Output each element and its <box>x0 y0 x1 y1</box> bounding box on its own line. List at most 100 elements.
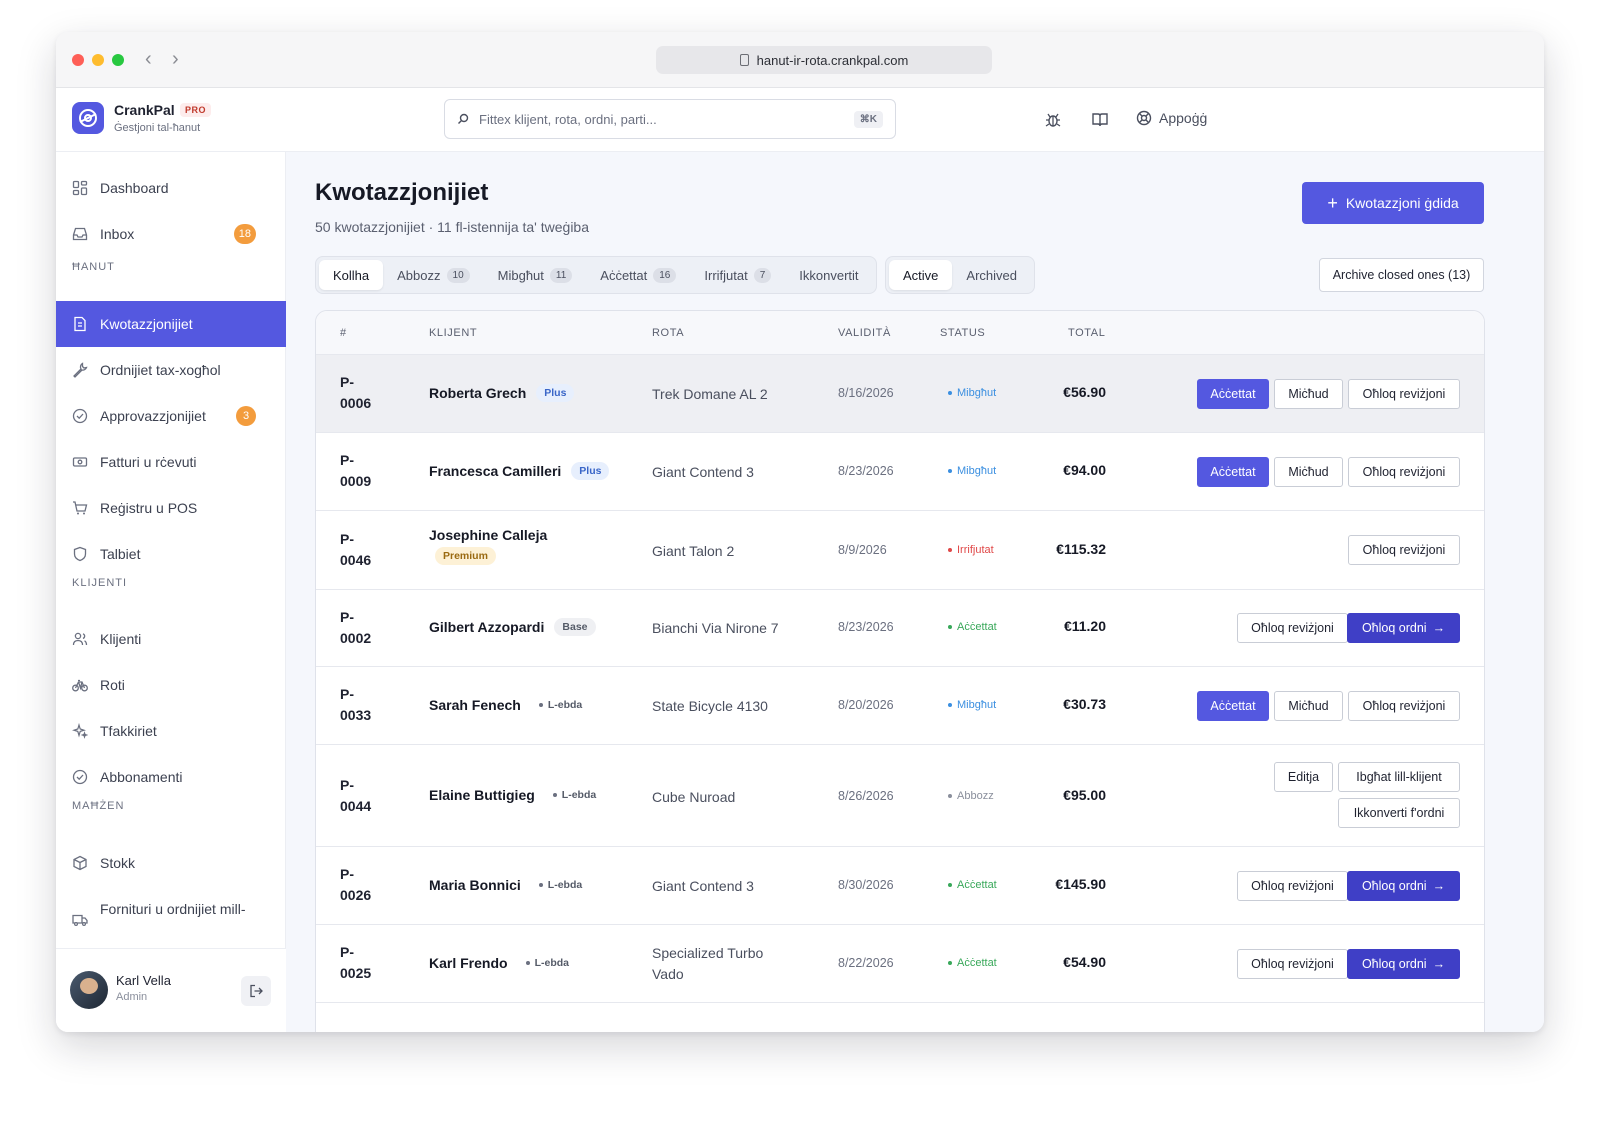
quote-id[interactable]: P- 0026 <box>340 864 400 906</box>
bug-icon[interactable] <box>1044 111 1062 129</box>
sidebar-item-fatturi[interactable]: Fatturi u rċevuti <box>56 439 286 485</box>
sidebar-item-inbox[interactable]: Inbox 18 <box>56 211 286 257</box>
tier-badge: L-ebda <box>538 876 590 894</box>
accept-button[interactable]: Aċċettat <box>1197 691 1269 721</box>
create-revision-button[interactable]: Oħloq reviżjoni <box>1348 379 1460 409</box>
table-row[interactable]: P- 0025 Karl Frendo L-ebda Specialized Tur… <box>316 925 1484 1003</box>
sidebar-item-stokk[interactable]: Stokk <box>56 840 286 886</box>
tab-active[interactable]: Active <box>889 260 953 290</box>
back-arrow-icon[interactable]: ‹ <box>145 48 152 70</box>
avatar[interactable] <box>70 971 108 1009</box>
logout-button[interactable] <box>241 976 271 1006</box>
tier-badge: Plus <box>571 462 610 480</box>
tab-mibghut[interactable]: Mibgħut 11 <box>484 260 587 290</box>
convert-to-order-button[interactable]: Ikkonverti f'ordni <box>1338 798 1460 828</box>
sidebar-item-registru[interactable]: Reġistru u POS <box>56 485 286 531</box>
sidebar-item-roti[interactable]: Roti <box>56 662 286 708</box>
quote-id-number: 0033 <box>340 707 372 723</box>
edit-button[interactable]: Editja <box>1274 762 1333 792</box>
customer-name[interactable]: Sarah Fenech <box>429 697 521 713</box>
minimize-window-button[interactable] <box>92 54 104 66</box>
create-order-button[interactable]: Oħloq ordni → <box>1347 871 1460 901</box>
reject-button[interactable]: Miċħud <box>1274 457 1343 487</box>
validity-date: 8/23/2026 <box>838 620 894 634</box>
sidebar-item-label: Klijenti <box>100 631 142 647</box>
status-dot <box>948 391 952 395</box>
reject-button[interactable]: Miċħud <box>1274 691 1343 721</box>
user-name: Karl Vella <box>116 973 171 988</box>
quote-id[interactable]: P- 0046 <box>340 529 400 571</box>
table-row[interactable]: P- 0026 Maria Bonnici L-ebda Giant Contend… <box>316 847 1484 925</box>
accept-button[interactable]: Aċċettat <box>1197 379 1269 409</box>
table-row[interactable]: P- 0044 Elaine Buttigieg L-ebda Cube Nuroa… <box>316 745 1484 847</box>
book-icon[interactable] <box>1091 111 1109 129</box>
customer-name[interactable]: Karl Frendo <box>429 955 508 971</box>
table-row[interactable]: P- 0002 Gilbert Azzopardi Base Bianchi Via… <box>316 590 1484 667</box>
sidebar-item-label: Fatturi u rċevuti <box>100 454 197 470</box>
archive-closed-button[interactable]: Archive closed ones (13) <box>1319 258 1484 292</box>
inbox-count-badge: 18 <box>233 224 256 244</box>
quote-id[interactable]: P- 0006 <box>340 372 400 414</box>
crankpal-logo[interactable] <box>72 102 104 134</box>
forward-arrow-icon[interactable]: › <box>172 48 179 70</box>
user-panel: Karl Vella Admin <box>56 948 286 1032</box>
new-quote-button[interactable]: + Kwotazzjoni ġdida <box>1302 182 1484 224</box>
quote-id[interactable]: P- 0033 <box>340 684 400 726</box>
sidebar-item-dashboard[interactable]: Dashboard <box>56 165 286 211</box>
create-revision-button[interactable]: Oħloq reviżjoni <box>1348 535 1460 565</box>
tab-archived[interactable]: Archived <box>952 260 1031 290</box>
tier-badge: L-ebda <box>538 696 590 714</box>
customer-name[interactable]: Elaine Buttigieg <box>429 787 535 803</box>
table-row[interactable]: P- 0009 Francesca Camilleri Plus Giant Con… <box>316 433 1484 511</box>
customer-name[interactable]: Josephine Calleja <box>429 527 547 543</box>
sidebar-item-kwotazzjonijiet[interactable]: Kwotazzjonijiet <box>56 301 286 347</box>
tier-label: L-ebda <box>547 879 583 891</box>
create-order-button[interactable]: Oħloq ordni → <box>1347 949 1460 979</box>
create-revision-button[interactable]: Oħloq reviżjoni <box>1348 691 1460 721</box>
url-bar[interactable]: hanut-ir-rota.crankpal.com <box>656 46 992 74</box>
total-amount: €145.90 <box>1055 876 1106 892</box>
customer-name[interactable]: Gilbert Azzopardi <box>429 619 544 635</box>
create-revision-button[interactable]: Oħloq reviżjoni <box>1237 871 1348 901</box>
sidebar-item-tfakkiriet[interactable]: Tfakkiriet <box>56 708 286 754</box>
tab-ikkonvertit[interactable]: Ikkonvertit <box>785 260 872 290</box>
accept-button[interactable]: Aċċettat <box>1197 457 1269 487</box>
status-label: Aċċettat <box>957 621 997 633</box>
reject-button[interactable]: Miċħud <box>1274 379 1343 409</box>
create-revision-button[interactable]: Oħloq reviżjoni <box>1237 949 1348 979</box>
sidebar-item-abbonamenti[interactable]: Abbonamenti <box>56 754 286 800</box>
quote-id[interactable]: P- 0002 <box>340 607 400 649</box>
sidebar-item-ordnijiet[interactable]: Ordnijiet tax-xogħol <box>56 347 286 393</box>
sidebar-item-klijenti[interactable]: Klijenti <box>56 616 286 662</box>
customer-name[interactable]: Francesca Camilleri <box>429 463 561 479</box>
sidebar-item-talbiet[interactable]: Talbiet <box>56 531 286 577</box>
help-button[interactable]: Appoġġ <box>1136 110 1207 126</box>
search-icon <box>458 113 469 124</box>
tab-irrifjutat[interactable]: Irrifjutat 7 <box>690 260 785 290</box>
search-input[interactable]: Fittex klijent, rota, ordni, parti... ⌘K <box>444 99 896 139</box>
bike-name: Giant Contend 3 <box>652 464 754 480</box>
create-revision-button[interactable]: Oħloq reviżjoni <box>1237 613 1348 643</box>
sidebar-item-fornituri[interactable]: Fornituri u ordnijiet mill- <box>56 886 286 932</box>
create-revision-button[interactable]: Oħloq reviżjoni <box>1348 457 1460 487</box>
table-row[interactable]: P- 0033 Sarah Fenech L-ebda State Bicycle … <box>316 667 1484 745</box>
sidebar-item-approvazzjonijiet[interactable]: Approvazzjonijiet 3 <box>56 393 286 439</box>
table-row[interactable]: P- 0046 Josephine Calleja Premium Giant Ta… <box>316 511 1484 590</box>
tab-kollha[interactable]: Kollha <box>319 260 384 290</box>
help-label: Appoġġ <box>1159 110 1208 126</box>
quote-id[interactable]: P- 0009 <box>340 450 400 492</box>
col-validity: VALIDITÀ <box>838 327 891 339</box>
quote-id[interactable]: P- 0025 <box>340 942 400 984</box>
close-window-button[interactable] <box>72 54 84 66</box>
tab-abbozz[interactable]: Abbozz 10 <box>383 260 484 290</box>
customer-cell: Elaine Buttigieg L-ebda <box>429 786 604 804</box>
customer-name[interactable]: Roberta Grech <box>429 385 526 401</box>
tab-accettat[interactable]: Aċċettat 16 <box>586 260 690 290</box>
tier-label: L-ebda <box>534 957 569 969</box>
quote-id[interactable]: P- 0044 <box>340 775 400 817</box>
maximize-window-button[interactable] <box>112 54 124 66</box>
customer-name[interactable]: Maria Bonnici <box>429 877 521 893</box>
table-row[interactable]: P- 0006 Roberta Grech Plus Trek Domane AL … <box>316 355 1484 433</box>
create-order-button[interactable]: Oħloq ordni → <box>1347 613 1460 643</box>
send-to-customer-button[interactable]: Ibgħat lill-klijent <box>1338 762 1460 792</box>
